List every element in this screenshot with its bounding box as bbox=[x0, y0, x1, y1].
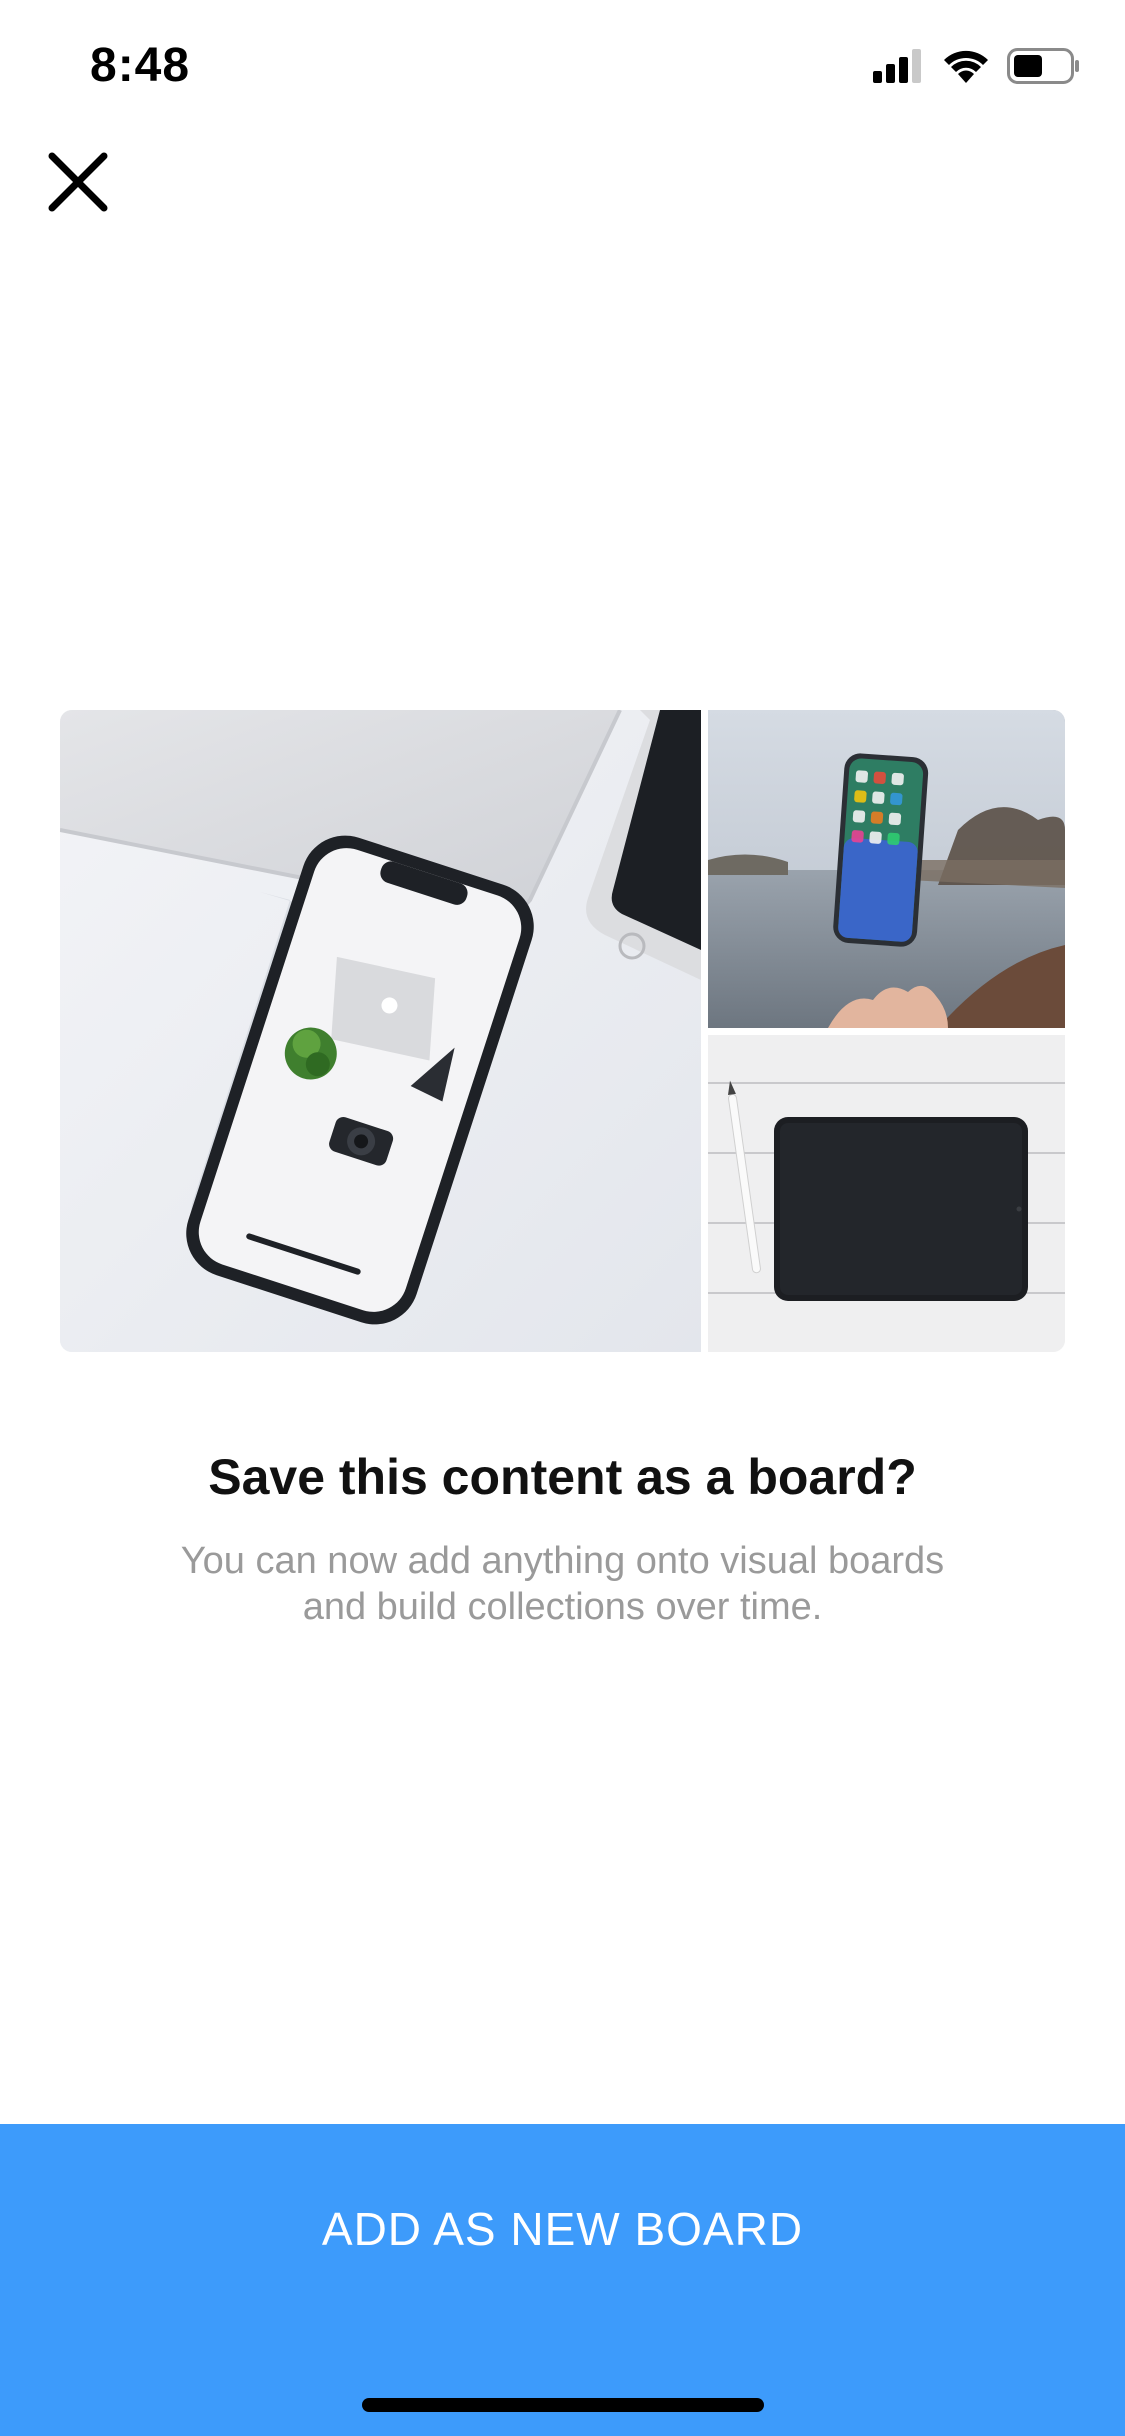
status-bar: 8:48 bbox=[0, 0, 1125, 132]
wifi-icon bbox=[943, 49, 989, 88]
dialog-title: Save this content as a board? bbox=[208, 1449, 917, 1505]
battery-icon bbox=[1007, 47, 1081, 89]
add-as-new-board-label: ADD AS NEW BOARD bbox=[321, 2203, 804, 2255]
status-time: 8:48 bbox=[90, 39, 191, 92]
dialog-subtitle-line-2: and build collections over time. bbox=[302, 1586, 823, 1628]
save-board-screen: 8:48 Save this content as a board? You c… bbox=[0, 0, 1125, 2436]
cellular-signal-icon bbox=[873, 48, 925, 88]
floating-phone-lake-photo bbox=[708, 710, 1065, 1028]
board-collage-preview bbox=[60, 710, 1065, 1352]
dialog-subtitle: You can now add anything onto visual boa… bbox=[130, 1538, 995, 1630]
phone-on-desk-photo bbox=[60, 710, 701, 1352]
status-icons bbox=[873, 47, 1081, 89]
close-button[interactable] bbox=[40, 146, 116, 222]
tablet-with-pencil-photo bbox=[708, 1035, 1065, 1352]
add-as-new-board-button[interactable]: ADD AS NEW BOARD bbox=[0, 2124, 1125, 2436]
home-indicator bbox=[362, 2398, 764, 2412]
close-icon bbox=[48, 152, 108, 217]
dialog-subtitle-line-1: You can now add anything onto visual boa… bbox=[180, 1540, 945, 1582]
